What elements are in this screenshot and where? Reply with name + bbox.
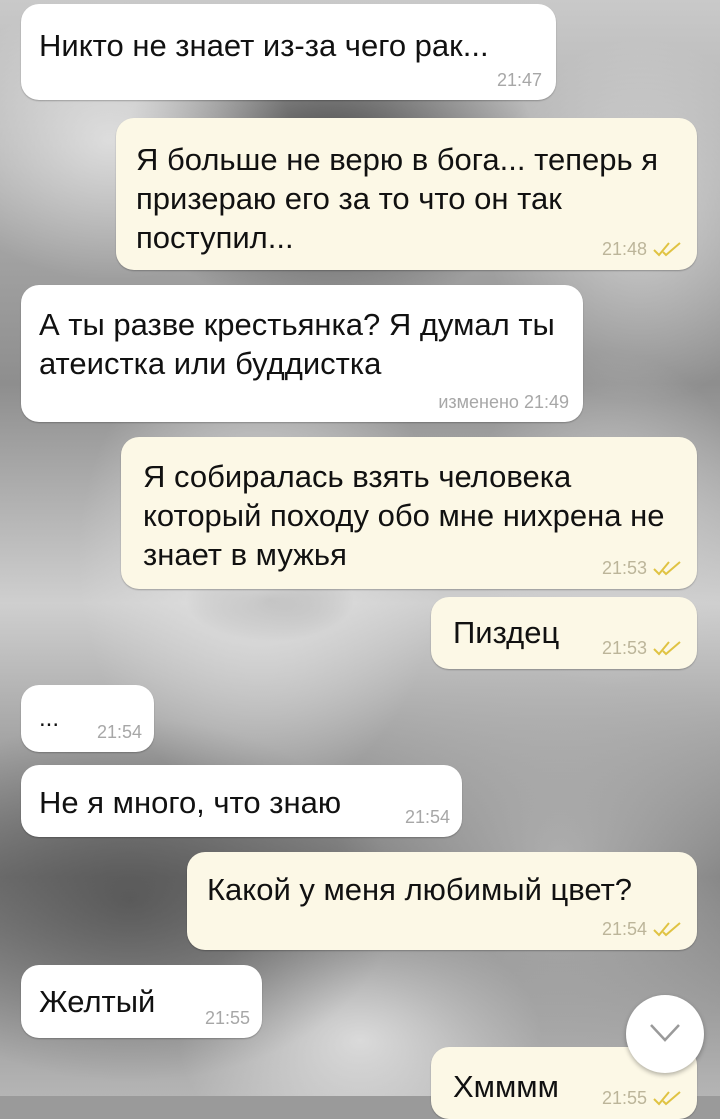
chevron-down-icon (650, 1024, 680, 1042)
message-bubble-outgoing[interactable]: Я собиралась взять человека который похо… (121, 437, 697, 589)
double-check-icon (653, 561, 681, 576)
double-check-icon (653, 641, 681, 656)
scroll-down-button[interactable] (626, 995, 704, 1073)
message-text: Никто не знает из-за чего рак... (39, 28, 489, 63)
message-time: 21:55 (602, 1088, 683, 1108)
message-text: Не я много, что знаю (39, 785, 342, 820)
message-text: Желтый (39, 984, 156, 1019)
message-bubble-incoming[interactable]: А ты разве крестьянка? Я думал ты атеист… (21, 285, 583, 422)
edited-label: изменено (438, 392, 519, 412)
message-time: 21:53 (602, 558, 683, 578)
message-bubble-outgoing[interactable]: Какой у меня любимый цвет? 21:54 (187, 852, 697, 950)
message-time: 21:53 (602, 638, 683, 658)
message-text: А ты разве крестьянка? Я думал ты атеист… (39, 307, 564, 381)
double-check-icon (653, 922, 681, 937)
message-text: Хмммм (453, 1069, 559, 1104)
message-time: 21:54 (96, 722, 142, 742)
message-bubble-incoming[interactable]: Не я много, что знаю 21:54 (21, 765, 462, 837)
double-check-icon (653, 242, 681, 257)
message-text: Я собиралась взять человека который похо… (143, 459, 674, 572)
message-bubble-outgoing[interactable]: Пиздец 21:53 (431, 597, 697, 669)
message-text: ... (39, 705, 60, 732)
double-check-icon (653, 1091, 681, 1106)
message-text: Я больше не верю в бога... теперь я приз… (136, 142, 667, 255)
message-text: Какой у меня любимый цвет? (207, 872, 633, 907)
message-text: Пиздец (453, 615, 560, 650)
message-time: 21:55 (204, 1008, 250, 1028)
message-bubble-incoming[interactable]: Желтый 21:55 (21, 965, 262, 1038)
message-time: 21:54 (404, 807, 450, 827)
message-time: изменено 21:49 (438, 392, 569, 412)
message-bubble-incoming[interactable]: ... 21:54 (21, 685, 154, 752)
message-bubble-incoming[interactable]: Никто не знает из-за чего рак... 21:47 (21, 4, 556, 100)
message-time: 21:47 (496, 70, 542, 90)
message-bubble-outgoing[interactable]: Я больше не верю в бога... теперь я приз… (116, 118, 697, 270)
message-time: 21:48 (602, 239, 683, 259)
message-time: 21:54 (602, 919, 683, 939)
